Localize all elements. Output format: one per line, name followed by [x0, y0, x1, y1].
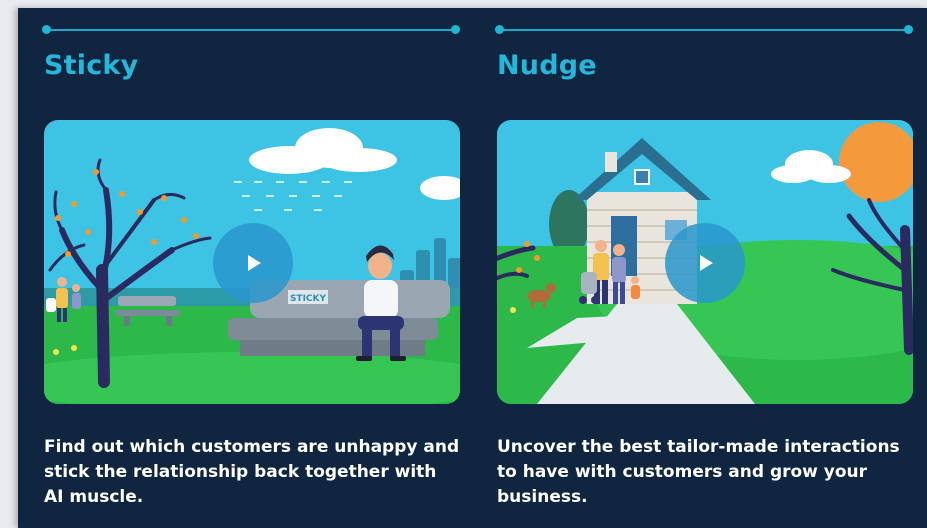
video-thumbnail-nudge[interactable] — [497, 120, 913, 404]
card-title: Sticky — [44, 50, 139, 81]
card-description: Uncover the best tailor-made interaction… — [497, 437, 900, 507]
divider-line — [44, 29, 458, 31]
video-thumbnail-sticky[interactable]: STICKY — [44, 120, 460, 404]
line-start-dot — [42, 25, 51, 34]
card-title: Nudge — [497, 50, 597, 81]
line-start-dot — [495, 25, 504, 34]
divider-line — [497, 29, 911, 31]
play-icon — [248, 255, 261, 271]
line-end-dot — [904, 25, 913, 34]
play-button[interactable] — [213, 223, 293, 303]
play-button[interactable] — [665, 223, 745, 303]
card-description: Find out which customers are unhappy and… — [44, 437, 460, 507]
features-panel: Sticky STICKY Find out which customers a… — [18, 8, 927, 528]
bench-sign-text: STICKY — [290, 294, 327, 304]
play-icon — [700, 255, 713, 271]
line-end-dot — [451, 25, 460, 34]
